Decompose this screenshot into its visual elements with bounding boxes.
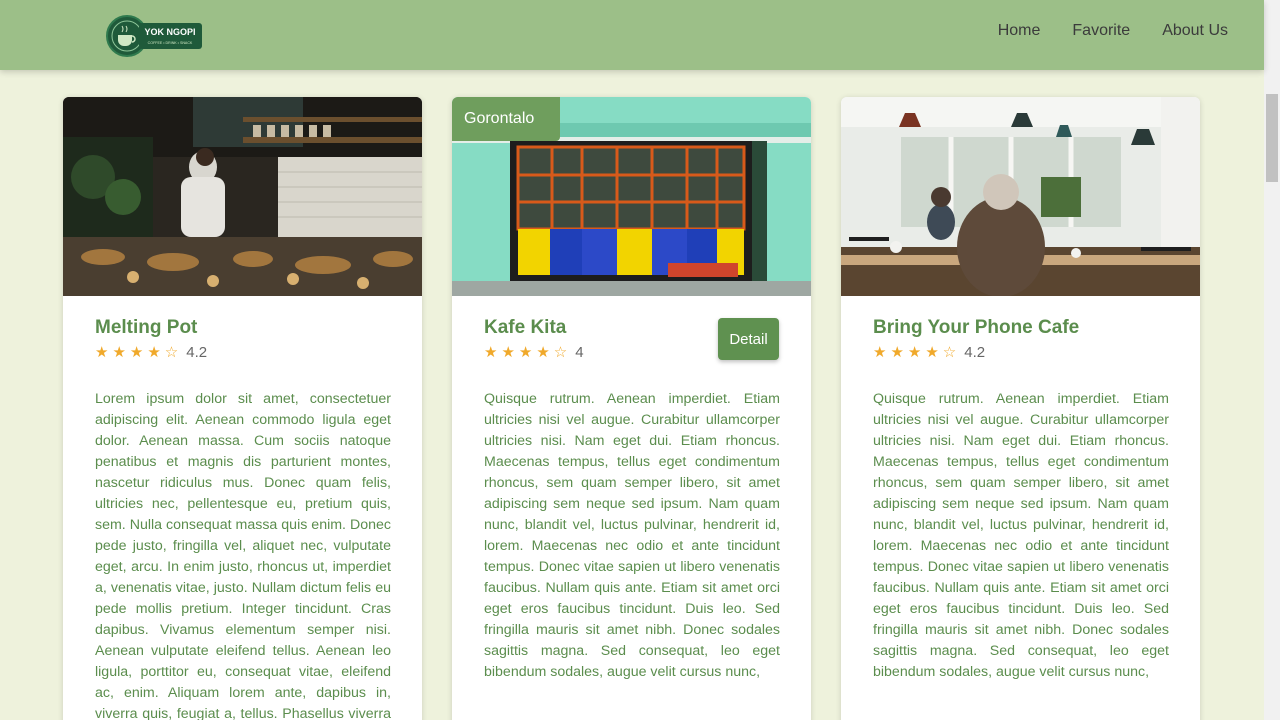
cafe-description: Quisque rutrum. Aenean imperdiet. Etiam … <box>484 391 780 680</box>
detail-button[interactable]: Detail <box>718 318 779 360</box>
logo-text: YOK NGOPI <box>144 27 195 37</box>
city-badge: Gorontalo <box>452 97 560 141</box>
brand-logo[interactable]: YOK NGOPI COFFEE • DRINK • SNACK <box>106 14 203 58</box>
rating-value: 4 <box>575 343 584 361</box>
navbar: YOK NGOPI COFFEE • DRINK • SNACK Home Fa… <box>0 0 1264 70</box>
nav-favorite-link[interactable]: Favorite <box>1072 22 1130 40</box>
cafe-card-melting-pot[interactable]: Melting Pot ★★★★☆ 4.2 Lorem ipsum dolor … <box>63 97 422 720</box>
cafe-photo-kafe-kita: Gorontalo <box>452 97 811 296</box>
cafe-name[interactable]: Melting Pot <box>95 317 197 339</box>
star-rating-icon: ★★★★☆ <box>873 343 961 361</box>
nav-about-us-link[interactable]: About Us <box>1162 22 1228 40</box>
star-rating-icon: ★★★★☆ <box>484 343 572 361</box>
cafe-name[interactable]: Kafe Kita <box>484 317 566 339</box>
cafe-description: Quisque rutrum. Aenean imperdiet. Etiam … <box>873 391 1169 680</box>
rating: ★★★★☆ 4 <box>484 343 584 361</box>
rating-value: 4.2 <box>964 343 986 361</box>
nav-home-link[interactable]: Home <box>998 22 1041 40</box>
cafe-card-kafe-kita[interactable]: Gorontalo Kafe Kita ★★★★☆ 4 Detail Quisq… <box>452 97 811 720</box>
cafe-name[interactable]: Bring Your Phone Cafe <box>873 317 1079 339</box>
cafe-photo-bring-your-phone-cafe <box>841 97 1200 296</box>
logo-subtext: COFFEE • DRINK • SNACK <box>148 41 193 45</box>
scrollbar-thumb[interactable] <box>1266 94 1278 182</box>
rating: ★★★★☆ 4.2 <box>873 343 985 361</box>
cafe-photo-melting-pot <box>63 97 422 296</box>
nav-links: Home Favorite About Us <box>998 22 1228 40</box>
star-rating-icon: ★★★★☆ <box>95 343 183 361</box>
cafe-card-bring-your-phone-cafe[interactable]: Bring Your Phone Cafe ★★★★☆ 4.2 Quisque … <box>841 97 1200 720</box>
cafe-description: Lorem ipsum dolor sit amet, consectetuer… <box>95 391 391 720</box>
rating: ★★★★☆ 4.2 <box>95 343 207 361</box>
rating-value: 4.2 <box>186 343 208 361</box>
